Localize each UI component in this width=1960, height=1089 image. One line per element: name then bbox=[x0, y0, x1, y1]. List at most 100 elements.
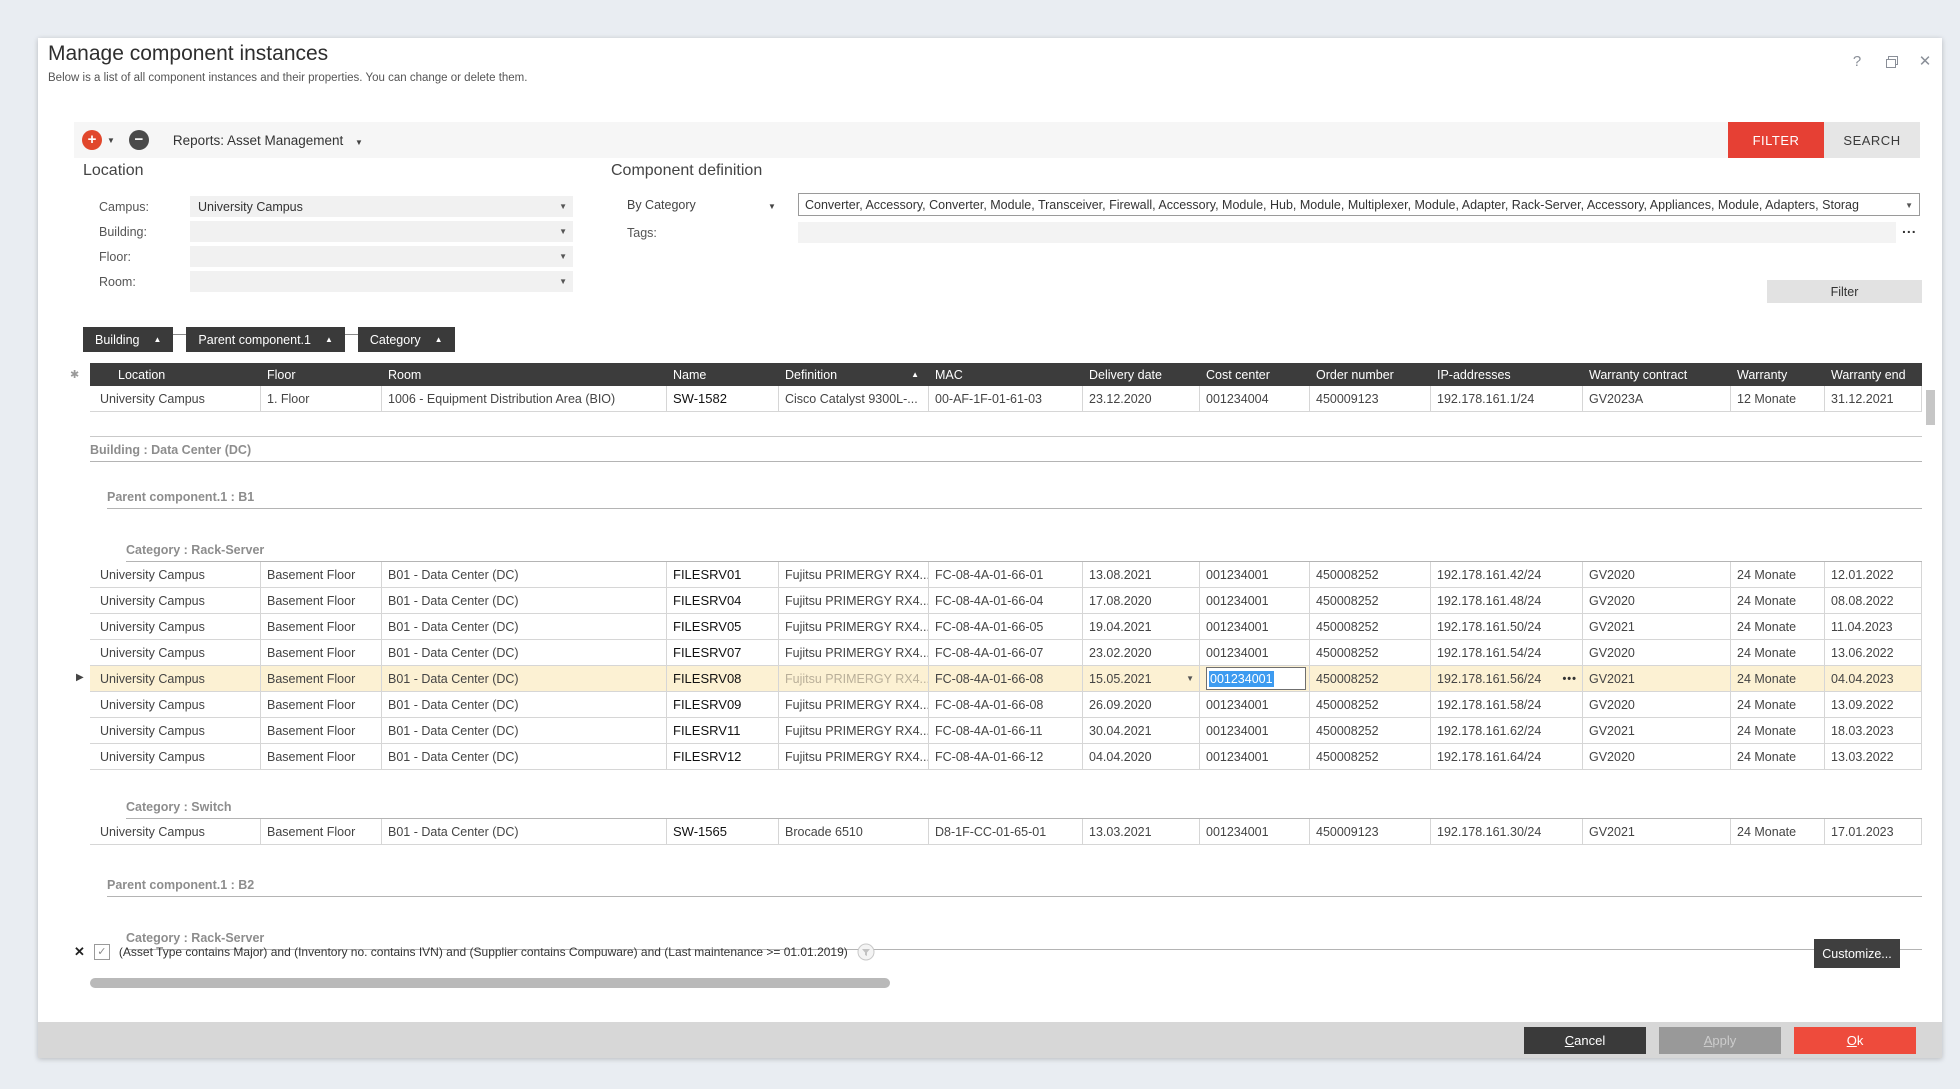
restore-window-icon[interactable] bbox=[1880, 50, 1902, 72]
table-cell[interactable]: University Campus bbox=[90, 640, 261, 665]
filter-funnel-icon[interactable] bbox=[857, 943, 875, 961]
column-header-mac[interactable]: MAC bbox=[929, 363, 1083, 386]
table-row[interactable]: University CampusBasement FloorB01 - Dat… bbox=[90, 640, 1922, 666]
table-cell[interactable]: 12.01.2022 bbox=[1825, 562, 1922, 587]
table-cell[interactable]: 450008252 bbox=[1310, 692, 1431, 717]
column-header-order-number[interactable]: Order number bbox=[1310, 363, 1431, 386]
table-cell[interactable]: FC-08-4A-01-66-07 bbox=[929, 640, 1083, 665]
table-cell[interactable]: FILESRV08 bbox=[667, 666, 779, 691]
table-cell[interactable]: 13.08.2021 bbox=[1083, 562, 1200, 587]
reports-dropdown[interactable]: Reports: Asset Management ▼ bbox=[173, 133, 363, 148]
table-cell[interactable]: D8-1F-CC-01-65-01 bbox=[929, 819, 1083, 844]
table-cell[interactable]: 001234001 bbox=[1200, 819, 1310, 844]
table-cell[interactable]: 192.178.161.30/24 bbox=[1431, 819, 1583, 844]
table-cell[interactable]: 18.03.2023 bbox=[1825, 718, 1922, 743]
table-cell[interactable]: 17.01.2023 bbox=[1825, 819, 1922, 844]
table-cell[interactable]: Basement Floor bbox=[261, 640, 382, 665]
table-cell[interactable]: 001234001 bbox=[1200, 640, 1310, 665]
table-cell[interactable]: 001234001 bbox=[1200, 666, 1310, 691]
table-cell[interactable]: 04.04.2023 bbox=[1825, 666, 1922, 691]
customize-button[interactable]: Customize... bbox=[1814, 939, 1900, 968]
add-instance-button[interactable]: + bbox=[82, 130, 102, 150]
table-cell[interactable]: 450008252 bbox=[1310, 562, 1431, 587]
table-cell[interactable]: 26.09.2020 bbox=[1083, 692, 1200, 717]
table-cell[interactable]: SW-1565 bbox=[667, 819, 779, 844]
table-cell[interactable]: GV2020 bbox=[1583, 640, 1731, 665]
table-cell[interactable]: 13.06.2022 bbox=[1825, 640, 1922, 665]
table-cell[interactable]: GV2021 bbox=[1583, 718, 1731, 743]
table-cell[interactable]: 192.178.161.1/24 bbox=[1431, 386, 1583, 411]
table-cell[interactable]: FC-08-4A-01-66-08 bbox=[929, 692, 1083, 717]
column-header-delivery-date[interactable]: Delivery date bbox=[1083, 363, 1200, 386]
table-cell[interactable]: Fujitsu PRIMERGY RX4... bbox=[779, 588, 929, 613]
table-cell[interactable]: GV2021 bbox=[1583, 819, 1731, 844]
horizontal-scrollbar-thumb[interactable] bbox=[90, 978, 890, 988]
category-value-field[interactable]: Converter, Accessory, Converter, Module,… bbox=[798, 193, 1920, 216]
group-header-row[interactable]: Parent component.1 : B1 bbox=[107, 490, 1922, 509]
table-cell[interactable]: B01 - Data Center (DC) bbox=[382, 692, 667, 717]
table-cell[interactable]: Brocade 6510 bbox=[779, 819, 929, 844]
table-cell[interactable]: FILESRV12 bbox=[667, 744, 779, 769]
table-cell[interactable]: University Campus bbox=[90, 744, 261, 769]
table-cell[interactable]: B01 - Data Center (DC) bbox=[382, 718, 667, 743]
room-dropdown[interactable]: ▼ bbox=[190, 271, 573, 292]
table-cell[interactable]: 450008252 bbox=[1310, 718, 1431, 743]
table-cell[interactable]: Basement Floor bbox=[261, 718, 382, 743]
table-cell[interactable]: 24 Monate bbox=[1731, 640, 1825, 665]
table-row[interactable]: University CampusBasement FloorB01 - Dat… bbox=[90, 718, 1922, 744]
table-cell[interactable]: Fujitsu PRIMERGY RX4... bbox=[779, 666, 929, 691]
table-cell[interactable]: Fujitsu PRIMERGY RX4... bbox=[779, 744, 929, 769]
table-cell[interactable]: Basement Floor bbox=[261, 744, 382, 769]
table-cell[interactable]: 192.178.161.56/24••• bbox=[1431, 666, 1583, 691]
group-header-row[interactable]: Category : Rack-Server bbox=[126, 543, 1922, 562]
table-cell[interactable]: Basement Floor bbox=[261, 562, 382, 587]
table-cell[interactable]: 450008252 bbox=[1310, 640, 1431, 665]
table-cell[interactable]: GV2020 bbox=[1583, 692, 1731, 717]
table-cell[interactable]: FC-08-4A-01-66-01 bbox=[929, 562, 1083, 587]
table-cell[interactable]: 450009123 bbox=[1310, 819, 1431, 844]
table-cell[interactable]: University Campus bbox=[90, 666, 261, 691]
table-cell[interactable]: B01 - Data Center (DC) bbox=[382, 744, 667, 769]
table-cell[interactable]: 001234001 bbox=[1200, 614, 1310, 639]
table-cell[interactable]: 192.178.161.42/24 bbox=[1431, 562, 1583, 587]
table-cell[interactable]: 1. Floor bbox=[261, 386, 382, 411]
table-cell[interactable]: University Campus bbox=[90, 562, 261, 587]
table-cell[interactable]: University Campus bbox=[90, 819, 261, 844]
table-cell[interactable]: 192.178.161.48/24 bbox=[1431, 588, 1583, 613]
table-cell[interactable]: 08.08.2022 bbox=[1825, 588, 1922, 613]
remove-filter-icon[interactable]: ✕ bbox=[74, 944, 85, 960]
column-header-name[interactable]: Name bbox=[667, 363, 779, 386]
table-cell[interactable]: 192.178.161.62/24 bbox=[1431, 718, 1583, 743]
table-cell[interactable]: FC-08-4A-01-66-11 bbox=[929, 718, 1083, 743]
campus-dropdown[interactable]: University Campus▼ bbox=[190, 196, 573, 217]
cancel-button[interactable]: Cancel bbox=[1524, 1027, 1646, 1054]
table-cell[interactable]: 24 Monate bbox=[1731, 562, 1825, 587]
search-tab-button[interactable]: SEARCH bbox=[1824, 122, 1920, 158]
table-cell[interactable]: 192.178.161.54/24 bbox=[1431, 640, 1583, 665]
group-chip-category[interactable]: Category▲ bbox=[358, 327, 455, 352]
table-cell[interactable]: 17.08.2020 bbox=[1083, 588, 1200, 613]
table-cell[interactable]: University Campus bbox=[90, 718, 261, 743]
table-cell[interactable]: FILESRV04 bbox=[667, 588, 779, 613]
column-header-ip-addresses[interactable]: IP-addresses bbox=[1431, 363, 1583, 386]
table-row[interactable]: University CampusBasement FloorB01 - Dat… bbox=[90, 744, 1922, 770]
table-cell[interactable]: 450008252 bbox=[1310, 614, 1431, 639]
table-row[interactable]: University CampusBasement FloorB01 - Dat… bbox=[90, 588, 1922, 614]
floor-dropdown[interactable]: ▼ bbox=[190, 246, 573, 267]
table-cell[interactable]: B01 - Data Center (DC) bbox=[382, 666, 667, 691]
close-icon[interactable]: ✕ bbox=[1914, 50, 1936, 72]
vertical-scrollbar-thumb[interactable] bbox=[1926, 390, 1935, 425]
table-cell[interactable]: 11.04.2023 bbox=[1825, 614, 1922, 639]
column-header-room[interactable]: Room bbox=[382, 363, 667, 386]
table-cell[interactable]: 04.04.2020 bbox=[1083, 744, 1200, 769]
column-header-warranty[interactable]: Warranty bbox=[1731, 363, 1825, 386]
table-cell[interactable]: 19.04.2021 bbox=[1083, 614, 1200, 639]
tags-input[interactable] bbox=[798, 222, 1896, 243]
table-row[interactable]: University CampusBasement FloorB01 - Dat… bbox=[90, 614, 1922, 640]
table-cell[interactable]: Basement Floor bbox=[261, 588, 382, 613]
table-cell[interactable]: FILESRV07 bbox=[667, 640, 779, 665]
column-header-location[interactable]: Location bbox=[90, 363, 261, 386]
group-chip-building[interactable]: Building▲ bbox=[83, 327, 173, 352]
table-cell[interactable]: 1006 - Equipment Distribution Area (BIO) bbox=[382, 386, 667, 411]
table-cell[interactable]: 15.05.2021▼ bbox=[1083, 666, 1200, 691]
